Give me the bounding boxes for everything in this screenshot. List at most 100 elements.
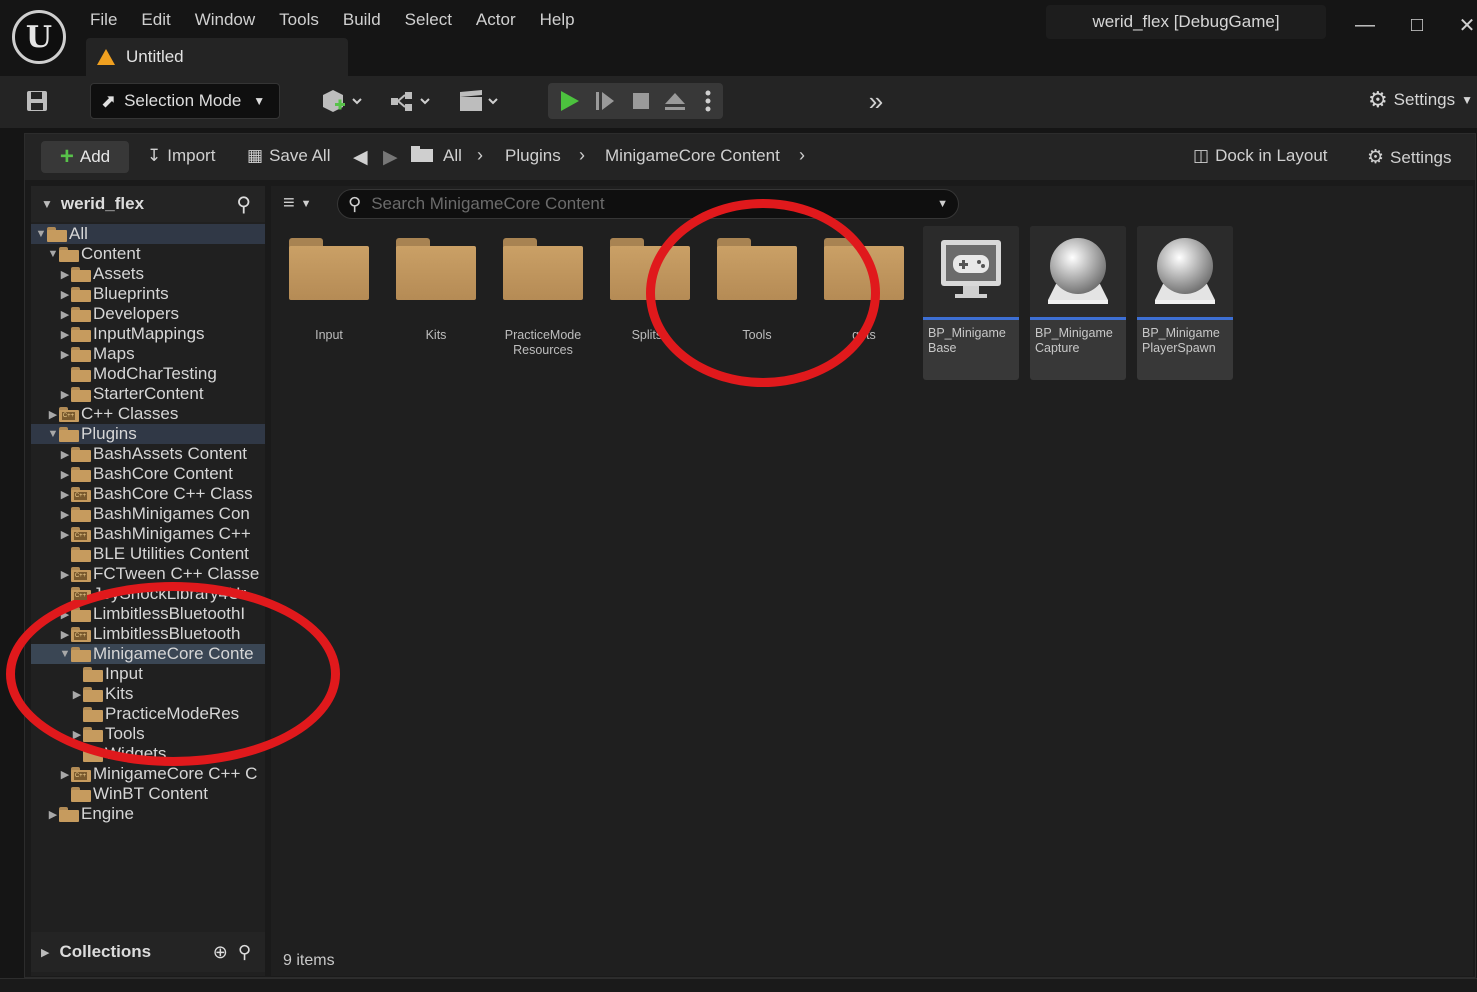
more-options-icon[interactable] — [698, 88, 718, 114]
collapsed-arrow-icon[interactable]: ▶ — [59, 344, 71, 364]
tree-item[interactable]: ▶ BashMinigames Con — [31, 504, 265, 524]
tree-item[interactable]: BLE Utilities Content — [31, 544, 265, 564]
filter-button[interactable]: ≡ ▼ — [283, 192, 312, 215]
chevron-down-icon[interactable]: ▼ — [937, 198, 948, 210]
maximize-icon[interactable]: □ — [1402, 10, 1432, 40]
asset-card-bp-minigame-base[interactable]: BP_Minigame Base — [923, 226, 1019, 380]
project-header[interactable]: ▼ werid_flex ⚲ — [31, 186, 265, 222]
tree-item[interactable]: ▶ Tools — [31, 724, 265, 744]
tree-item[interactable]: C++ JoyShockLibrary4Ur — [31, 584, 265, 604]
play-icon[interactable] — [556, 88, 582, 114]
folder-tile-input[interactable]: Input — [279, 226, 379, 343]
collapsed-arrow-icon[interactable]: ▶ — [59, 264, 71, 284]
collapsed-arrow-icon[interactable]: ▶ — [59, 504, 71, 524]
collapsed-arrow-icon[interactable]: ▶ — [59, 624, 71, 644]
tree-item[interactable]: PracticeModeRes — [31, 704, 265, 724]
expanded-arrow-icon[interactable]: ▼ — [47, 424, 59, 444]
tree-item[interactable]: ▶ LimbitlessBluetoothI — [31, 604, 265, 624]
forward-icon[interactable]: ▶ — [383, 146, 398, 169]
menu-build[interactable]: Build — [331, 6, 393, 34]
collapsed-arrow-icon[interactable]: ▶ — [47, 804, 59, 824]
dock-in-layout-button[interactable]: ◫ Dock in Layout — [1193, 146, 1328, 166]
tree-item[interactable]: ▼ All — [31, 224, 265, 244]
breadcrumb-plugins[interactable]: Plugins — [505, 146, 561, 166]
asset-card-bp-minigame-capture[interactable]: BP_Minigame Capture — [1030, 226, 1126, 380]
collapsed-arrow-icon[interactable]: ▶ — [59, 444, 71, 464]
tree-item[interactable]: ▶ BashAssets Content — [31, 444, 265, 464]
toolbar-settings-button[interactable]: ⚙ Settings ▼ — [1368, 87, 1473, 113]
menu-edit[interactable]: Edit — [129, 6, 182, 34]
folder-tile-splitscreen[interactable]: Splitsc — [600, 226, 700, 343]
collapsed-arrow-icon[interactable]: ▶ — [59, 764, 71, 784]
stop-icon[interactable] — [628, 88, 654, 114]
cinematics-icon[interactable] — [456, 86, 504, 116]
save-icon[interactable] — [24, 88, 50, 114]
tree-item[interactable]: ▶ Blueprints — [31, 284, 265, 304]
tree-item[interactable]: ModCharTesting — [31, 364, 265, 384]
eject-icon[interactable] — [662, 88, 688, 114]
search-icon[interactable]: ⚲ — [236, 192, 251, 217]
collapsed-arrow-icon[interactable]: ▶ — [59, 384, 71, 404]
import-button[interactable]: ↧ Import — [147, 146, 215, 166]
minimize-icon[interactable]: — — [1350, 10, 1380, 40]
tree-item[interactable]: ▶ Maps — [31, 344, 265, 364]
search-icon[interactable]: ⚲ — [238, 942, 251, 963]
level-tab[interactable]: Untitled — [86, 38, 348, 76]
collapsed-arrow-icon[interactable]: ▶ — [59, 304, 71, 324]
expanded-arrow-icon[interactable]: ▼ — [35, 224, 47, 244]
breadcrumb-all[interactable]: All — [443, 146, 462, 166]
collapsed-arrow-icon[interactable]: ▶ — [59, 284, 71, 304]
menu-actor[interactable]: Actor — [464, 6, 528, 34]
tree-item[interactable]: ▼ MinigameCore Conte — [31, 644, 265, 664]
tree-item[interactable]: ▶ C++ FCTween C++ Classe — [31, 564, 265, 584]
collapsed-arrow-icon[interactable]: ▶ — [59, 604, 71, 624]
menu-tools[interactable]: Tools — [267, 6, 331, 34]
blueprint-icon[interactable] — [388, 86, 436, 116]
folder-tile-tools[interactable]: Tools — [707, 226, 807, 343]
collapsed-arrow-icon[interactable]: ▶ — [59, 464, 71, 484]
folder-tile-practicemode[interactable]: PracticeMode Resources — [493, 226, 593, 358]
tree-item[interactable]: ▶ C++ MinigameCore C++ C — [31, 764, 265, 784]
expanded-arrow-icon[interactable]: ▼ — [47, 244, 59, 264]
asset-search-input[interactable] — [371, 194, 912, 214]
collapsed-arrow-icon[interactable]: ▶ — [59, 324, 71, 344]
collapsed-arrow-icon[interactable]: ▶ — [71, 684, 83, 704]
add-button[interactable]: + Add — [41, 141, 129, 173]
menu-file[interactable]: File — [78, 6, 129, 34]
tree-item[interactable]: ▼ Content — [31, 244, 265, 264]
chevron-double-right-icon[interactable]: » — [862, 86, 890, 116]
collapsed-arrow-icon[interactable]: ▶ — [59, 564, 71, 584]
selection-mode-dropdown[interactable]: ⬈ Selection Mode ▼ — [90, 83, 280, 119]
menu-help[interactable]: Help — [528, 6, 587, 34]
save-all-button[interactable]: ▦ Save All — [247, 146, 331, 166]
close-icon[interactable]: ✕ — [1452, 10, 1477, 40]
tree-item[interactable]: ▶ C++ BashMinigames C++ — [31, 524, 265, 544]
tree-item[interactable]: ▶ C++ LimbitlessBluetooth — [31, 624, 265, 644]
collections-header[interactable]: ▶ Collections ⊕ ⚲ — [31, 932, 265, 972]
breadcrumb-minigamecore[interactable]: MinigameCore Content — [605, 146, 780, 166]
folder-tile-kits[interactable]: Kits — [386, 226, 486, 343]
tree-item[interactable]: ▶ Assets — [31, 264, 265, 284]
folder-tile-widgets[interactable]: gets — [814, 226, 914, 343]
tree-item[interactable]: Input — [31, 664, 265, 684]
collapsed-arrow-icon[interactable]: ▶ — [71, 724, 83, 744]
menu-select[interactable]: Select — [393, 6, 464, 34]
tree-item[interactable]: ▼ Plugins — [31, 424, 265, 444]
tree-item[interactable]: ▶ Developers — [31, 304, 265, 324]
tree-item[interactable]: ▶ BashCore Content — [31, 464, 265, 484]
back-icon[interactable]: ◀ — [353, 146, 368, 169]
tree-item[interactable]: ▶ Kits — [31, 684, 265, 704]
collapsed-arrow-icon[interactable]: ▶ — [47, 404, 59, 424]
menu-window[interactable]: Window — [183, 6, 267, 34]
cb-settings-button[interactable]: ⚙ Settings — [1367, 146, 1451, 169]
asset-card-bp-minigame-playerspawn[interactable]: BP_Minigame PlayerSpawn — [1137, 226, 1233, 380]
unreal-logo-icon[interactable]: U — [12, 10, 66, 64]
add-actor-icon[interactable] — [318, 86, 366, 116]
tree-item[interactable]: ▶ StarterContent — [31, 384, 265, 404]
add-collection-icon[interactable]: ⊕ — [213, 942, 228, 963]
tree-item[interactable]: ▶ Engine — [31, 804, 265, 824]
tree-item[interactable]: ▶ C++ C++ Classes — [31, 404, 265, 424]
asset-search-box[interactable]: ⚲ ▼ — [337, 189, 959, 219]
tree-item[interactable]: WinBT Content — [31, 784, 265, 804]
tree-item[interactable]: Widgets — [31, 744, 265, 764]
